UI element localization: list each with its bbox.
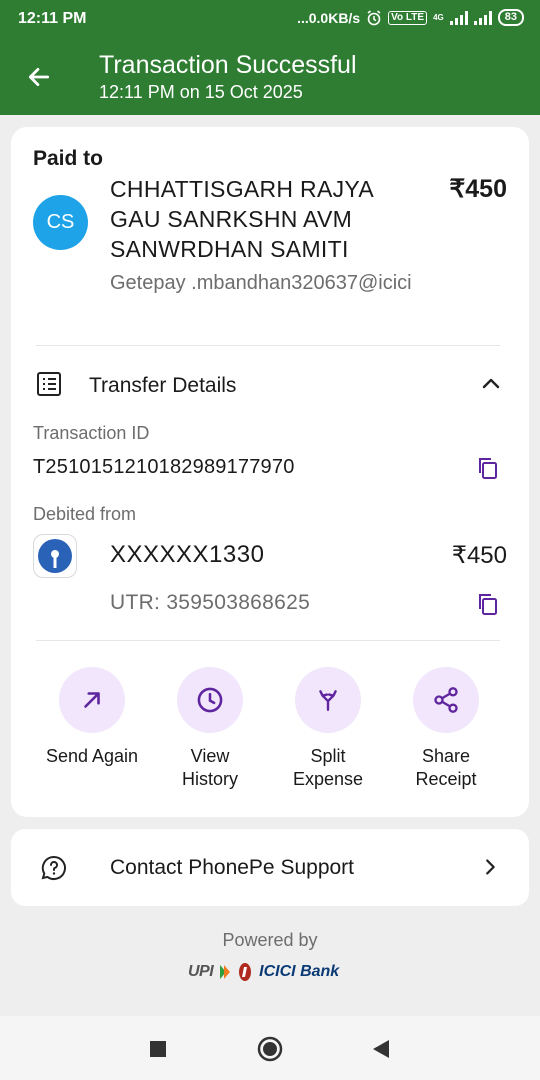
signal-icon	[449, 10, 468, 25]
net-type-label: 4G	[433, 12, 444, 22]
recent-apps-button[interactable]	[145, 1036, 171, 1062]
contact-support-label: Contact PhonePe Support	[110, 856, 355, 879]
clock-icon	[197, 687, 223, 713]
paid-to-label: Paid to	[33, 147, 104, 170]
chevron-up-icon[interactable]	[479, 372, 503, 396]
back-button[interactable]	[22, 60, 56, 94]
payee-vpa: Getepay .mbandhan320637@icici	[110, 272, 412, 294]
avatar: CS	[33, 195, 88, 250]
share-icon	[434, 687, 458, 713]
upi-arrow-icon	[220, 965, 231, 979]
contact-support-row[interactable]: Contact PhonePe Support	[11, 829, 529, 906]
signal-icon-2	[473, 10, 492, 25]
powered-by-label: Powered by	[222, 930, 318, 950]
status-time: 12:11 PM	[18, 10, 87, 27]
utr-number: UTR: 359503868625	[110, 591, 311, 614]
bank-logo	[33, 534, 77, 578]
divider-2	[36, 640, 500, 641]
status-icons: ...0.0KB/s Vo LTE 4G 83	[297, 9, 524, 26]
split-expense-label: Split Expense	[292, 746, 364, 789]
system-nav-bar	[0, 1016, 540, 1080]
send-again-circle	[59, 667, 125, 733]
back-nav-button[interactable]	[368, 1036, 394, 1062]
partner-logos: UPI ICICI Bank	[188, 958, 353, 986]
view-history-circle	[177, 667, 243, 733]
alarm-icon	[367, 9, 381, 25]
share-receipt-label: Share Receipt	[415, 746, 477, 789]
transaction-id-value: T2510151210182989177970	[33, 456, 295, 478]
page-title: Transaction Successful	[99, 51, 357, 79]
square-icon	[150, 1041, 166, 1057]
transfer-details-label[interactable]: Transfer Details	[89, 374, 236, 398]
account-number: XXXXXX1330	[110, 541, 265, 568]
status-bar: 12:11 PM ...0.0KB/s Vo LTE 4G 83	[0, 0, 540, 38]
split-icon	[319, 690, 337, 711]
arrow-up-right-icon	[84, 692, 100, 708]
share-receipt-button[interactable]: Share Receipt	[387, 667, 505, 791]
divider	[36, 345, 500, 346]
chevron-right-icon	[486, 859, 495, 875]
upi-logo: UPI	[188, 963, 214, 980]
transaction-id-label: Transaction ID	[33, 423, 150, 443]
battery-icon: 83	[497, 9, 524, 26]
header-bar: 12:11 PM ...0.0KB/s Vo LTE 4G 83 Transac…	[0, 0, 540, 115]
icici-symbol-icon	[239, 963, 252, 981]
triangle-back-icon	[373, 1040, 389, 1058]
network-speed: ...0.0KB/s	[297, 9, 361, 26]
view-history-button[interactable]: View History	[151, 667, 269, 791]
split-expense-circle	[295, 667, 361, 733]
payee-name: CHHATTISGARH RAJYA GAU SANRKSHN AVM SANW…	[110, 176, 373, 262]
home-circle-icon	[257, 1036, 283, 1062]
view-history-label: View History	[181, 746, 238, 789]
transaction-card: Paid to CS CHHATTISGARH RAJYA GAU SANRKS…	[11, 127, 529, 817]
split-expense-button[interactable]: Split Expense	[269, 667, 387, 791]
share-receipt-circle	[413, 667, 479, 733]
list-icon	[37, 372, 61, 396]
arrow-left-icon	[28, 68, 50, 86]
icici-bank-logo: ICICI Bank	[259, 963, 340, 980]
paid-amount: ₹450	[449, 175, 507, 203]
sbi-logo-icon	[38, 539, 72, 573]
send-again-button[interactable]: Send Again	[33, 667, 151, 768]
transaction-timestamp: 12:11 PM on 15 Oct 2025	[99, 82, 303, 102]
help-chat-icon	[41, 855, 66, 880]
volte-badge: Vo LTE	[388, 10, 428, 25]
home-button[interactable]	[257, 1036, 283, 1062]
send-again-label: Send Again	[45, 746, 139, 766]
copy-utr-icon[interactable]	[475, 591, 501, 617]
debited-amount: ₹450	[451, 542, 507, 569]
debited-from-label: Debited from	[33, 504, 137, 524]
copy-icon[interactable]	[475, 455, 501, 481]
